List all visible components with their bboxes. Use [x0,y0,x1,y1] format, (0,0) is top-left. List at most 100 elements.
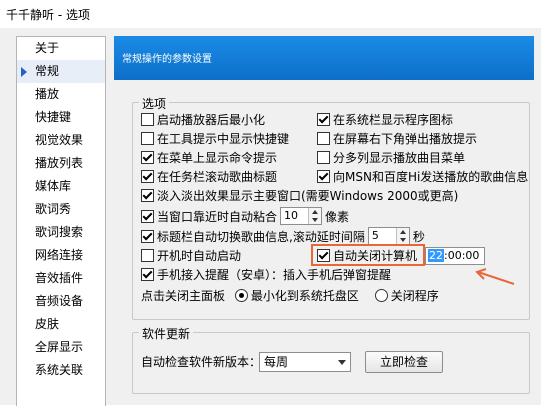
sidebar-item-audio-device[interactable]: 音频设备 [17,290,105,313]
section-banner: 常规操作的参数设置 [114,36,534,80]
options-group-legend: 选项 [139,95,170,112]
radio[interactable] [374,289,388,302]
shortcut-tooltip-option[interactable]: 在工具提示中显示快捷键 [141,130,289,148]
sidebar-item-audio-plugins[interactable]: 音效插件 [17,267,105,290]
sidebar-item-general[interactable]: 常规 [17,60,105,83]
update-frequency-select[interactable]: 每周 [259,352,351,372]
autostart-option[interactable]: 开机时自动启动 [141,247,241,265]
option-label: 在工具提示中显示快捷键 [157,132,290,146]
checkbox[interactable] [141,249,154,262]
close-behavior-label: 点击关闭主面板 [141,289,226,303]
arrow-up-icon[interactable] [312,210,319,214]
chevron-down-icon[interactable] [338,360,346,365]
checkbox[interactable] [317,170,330,183]
sidebar-item-skin[interactable]: 皮肤 [17,313,105,336]
sidebar-item-lyrics-show[interactable]: 歌词秀 [17,198,105,221]
sidebar-item-label: 播放 [35,87,60,101]
sidebar-item-label: 播放列表 [35,156,84,170]
show-tray-icon-option[interactable]: 在系统栏显示程序图标 [317,111,453,129]
checkbox[interactable] [317,113,330,126]
selected-value: 每周 [264,355,289,369]
check-now-button[interactable]: 立即检查 [365,351,443,373]
sidebar-item-label: 关于 [35,41,60,55]
exit-program-radio[interactable]: 关闭程序 [374,289,439,303]
checkbox[interactable] [141,151,154,164]
sidebar-item-label: 歌词秀 [35,202,72,216]
option-label: 开机时自动启动 [157,249,242,263]
checkbox[interactable] [317,132,330,145]
sidebar-item-label: 音效插件 [35,271,84,285]
sidebar-item-file-association[interactable]: 系统关联 [17,359,105,382]
sidebar-item-label: 网络连接 [35,248,84,262]
software-update-group: 软件更新 自动检查软件新版本： 每周 立即检查 [132,325,530,394]
sidebar-item-lyrics-search[interactable]: 歌词搜索 [17,221,105,244]
time-hour-field[interactable]: 22 [428,249,444,262]
sidebar-item-network[interactable]: 网络连接 [17,244,105,267]
radio[interactable] [234,289,248,302]
checkbox[interactable] [141,268,154,281]
options-group: 选项 启动播放器后最小化 在系统栏显示程序图标 在工具提示中显示快捷键 在屏幕右… [132,95,530,320]
send-to-msn-option[interactable]: 向MSN和百度Hi发送播放的歌曲信息 [317,168,528,186]
sidebar-item-playback[interactable]: 播放 [17,83,105,106]
stepper-value: 10 [284,209,299,222]
dialog-body: 关于 常规 播放 快捷键 视觉效果 播放列表 媒体库 歌词秀 歌词搜索 网络连接… [0,28,541,406]
option-label: 当窗口靠近时自动粘合 [157,210,278,224]
checkbox[interactable] [317,151,330,164]
option-label: 向MSN和百度Hi发送播放的歌曲信息 [333,170,529,184]
time-rest-field[interactable]: :00:00 [444,249,479,262]
sidebar-item-hotkeys[interactable]: 快捷键 [17,106,105,129]
sidebar-item-label: 全屏显示 [35,340,84,354]
checkbox[interactable] [317,249,330,262]
sidebar-item-label: 视觉效果 [35,133,84,147]
radio-label: 关闭程序 [390,289,439,303]
arrow-down-icon[interactable] [399,238,406,242]
option-label: 在任务栏滚动歌曲标题 [157,170,278,184]
checkbox[interactable] [141,113,154,126]
sidebar-item-visual-effects[interactable]: 视觉效果 [17,129,105,152]
sidebar-item-label: 歌词搜索 [35,225,84,239]
arrow-up-icon[interactable] [399,230,406,234]
option-label: 分多列显示播放曲目菜单 [333,151,466,165]
title-switch-option[interactable]: 标题栏自动切换歌曲信息,滚动延时间隔 5 秒 [141,227,425,245]
snap-distance-stepper[interactable]: 10 [280,207,323,225]
radio-label: 最小化到系统托盘区 [250,289,359,303]
checkbox[interactable] [141,189,154,202]
sidebar-item-media-library[interactable]: 媒体库 [17,175,105,198]
stepper-arrows[interactable] [308,208,322,224]
sidebar-item-about[interactable]: 关于 [17,37,105,60]
sidebar-item-label: 音频设备 [35,294,84,308]
unit-label: 像素 [325,210,350,224]
scroll-interval-stepper[interactable]: 5 [367,227,410,245]
option-label: 自动关闭计算机 [333,249,418,263]
phone-reminder-option[interactable]: 手机接入提醒（安卓）：插入手机后弹窗提醒 [141,266,391,284]
update-frequency-label: 自动检查软件新版本： [141,355,262,369]
fade-window-option[interactable]: 淡入淡出效果显示主要窗口(需要Windows 2000或更高) [141,187,458,205]
selection-arrow-icon [21,67,27,77]
minimize-on-start-option[interactable]: 启动播放器后最小化 [141,111,265,129]
option-label: 在系统栏显示程序图标 [333,113,454,127]
stepper-arrows[interactable] [395,228,409,244]
checkbox[interactable] [141,132,154,145]
multi-column-menu-option[interactable]: 分多列显示播放曲目菜单 [317,149,465,167]
popup-notification-option[interactable]: 在屏幕右下角弹出播放提示 [317,130,477,148]
unit-label: 秒 [412,230,425,244]
checkbox[interactable] [141,210,154,223]
checkbox[interactable] [141,230,154,243]
checkbox[interactable] [141,170,154,183]
sidebar-item-playlist[interactable]: 播放列表 [17,152,105,175]
close-behavior-row: 点击关闭主面板 最小化到系统托盘区 关闭程序 [141,287,439,305]
option-label: 启动播放器后最小化 [157,113,266,127]
shutdown-time-input[interactable]: 22:00:00 [425,247,485,265]
option-label: 手机接入提醒（安卓）：插入手机后弹窗提醒 [157,268,392,282]
option-label: 在屏幕右下角弹出播放提示 [333,132,478,146]
menu-command-hint-option[interactable]: 在菜单上显示命令提示 [141,149,277,167]
sidebar-item-label: 皮肤 [35,317,60,331]
auto-shutdown-option[interactable]: 自动关闭计算机 [317,247,417,265]
settings-panel: 常规操作的参数设置 选项 启动播放器后最小化 在系统栏显示程序图标 在工具提示中… [114,36,534,405]
minimize-to-tray-radio[interactable]: 最小化到系统托盘区 [234,289,359,303]
window-snap-option[interactable]: 当窗口靠近时自动粘合 10 像素 [141,207,349,225]
option-label: 在菜单上显示命令提示 [157,151,278,165]
taskbar-scroll-title-option[interactable]: 在任务栏滚动歌曲标题 [141,168,277,186]
arrow-down-icon[interactable] [312,218,319,222]
sidebar-item-fullscreen[interactable]: 全屏显示 [17,336,105,359]
